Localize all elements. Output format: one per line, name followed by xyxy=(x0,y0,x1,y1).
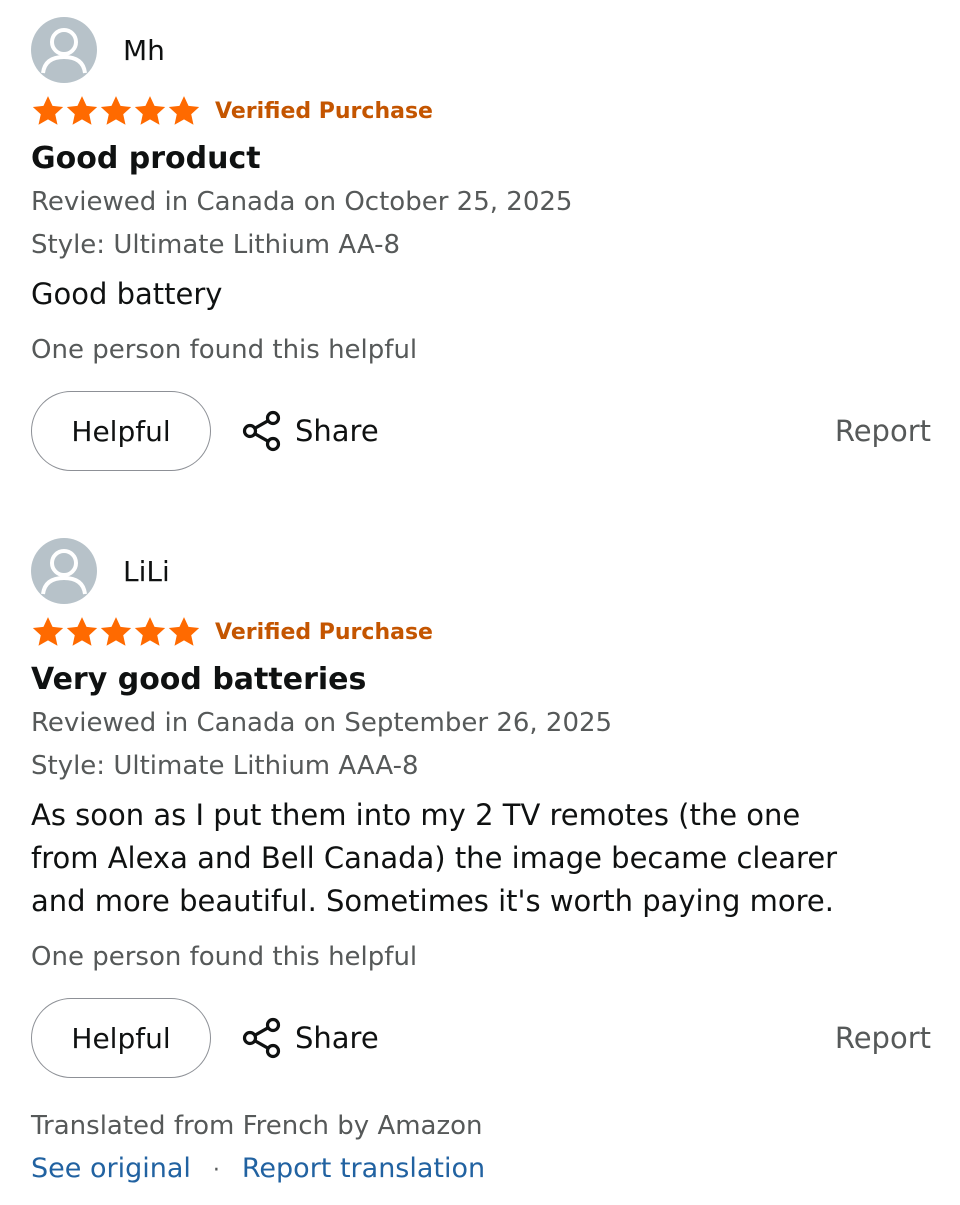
translation-links: See original · Report translation xyxy=(31,1147,485,1193)
review-title: Very good batteries xyxy=(31,662,367,697)
review-style: Style: Ultimate Lithium AAA-8 xyxy=(31,751,419,781)
review-date: Reviewed in Canada on October 25, 2025 xyxy=(31,187,573,217)
review-card: LiLi Verified Purchase Very good batteri… xyxy=(31,538,931,1079)
review-date: Reviewed in Canada on September 26, 2025 xyxy=(31,708,613,738)
see-original-link[interactable]: See original xyxy=(31,1153,191,1184)
translated-note: Translated from French by Amazon xyxy=(31,1111,483,1141)
rating-row: Verified Purchase xyxy=(31,612,931,652)
report-translation-link[interactable]: Report translation xyxy=(242,1153,485,1184)
star-icon xyxy=(66,96,98,125)
star-icon xyxy=(134,96,166,125)
reviewer-profile[interactable]: Mh xyxy=(31,17,931,83)
avatar-icon xyxy=(31,538,97,604)
avatar-icon xyxy=(31,17,97,83)
report-link[interactable]: Report xyxy=(835,414,931,448)
helpful-count: One person found this helpful xyxy=(31,335,418,365)
review-actions: Helpful Share Report xyxy=(31,390,931,472)
review-actions: Helpful Share Report xyxy=(31,997,931,1079)
helpful-count: One person found this helpful xyxy=(31,942,418,972)
star-icon xyxy=(100,617,132,646)
review-body: Good battery xyxy=(31,277,223,311)
reviewer-profile[interactable]: LiLi xyxy=(31,538,931,604)
star-icon xyxy=(32,617,64,646)
star-icon xyxy=(134,617,166,646)
verified-purchase-badge: Verified Purchase xyxy=(215,619,433,645)
helpful-button[interactable]: Helpful xyxy=(31,391,211,471)
reviewer-name[interactable]: Mh xyxy=(123,34,165,67)
review-style: Style: Ultimate Lithium AA-8 xyxy=(31,230,401,260)
star-icon xyxy=(168,96,200,125)
star-rating[interactable] xyxy=(31,94,201,128)
rating-row: Verified Purchase xyxy=(31,91,931,131)
helpful-button[interactable]: Helpful xyxy=(31,998,211,1078)
star-rating[interactable] xyxy=(31,615,201,649)
verified-purchase-badge: Verified Purchase xyxy=(215,98,433,124)
share-label: Share xyxy=(295,414,379,448)
share-label: Share xyxy=(295,1021,379,1055)
star-icon xyxy=(66,617,98,646)
star-icon xyxy=(32,96,64,125)
star-icon xyxy=(100,96,132,125)
share-icon xyxy=(242,1017,281,1059)
review-title: Good product xyxy=(31,141,261,176)
reviewer-name[interactable]: LiLi xyxy=(123,555,170,588)
review-card: Mh Verified Purchase Good product Review… xyxy=(31,17,931,472)
review-body: As soon as I put them into my 2 TV remot… xyxy=(31,798,838,918)
separator-dot: · xyxy=(212,1158,220,1183)
share-icon xyxy=(242,410,281,452)
translation-notice: Translated from French by Amazon See ori… xyxy=(31,1105,485,1193)
share-button[interactable]: Share xyxy=(239,1015,379,1061)
share-button[interactable]: Share xyxy=(239,408,379,454)
star-icon xyxy=(168,617,200,646)
report-link[interactable]: Report xyxy=(835,1021,931,1055)
